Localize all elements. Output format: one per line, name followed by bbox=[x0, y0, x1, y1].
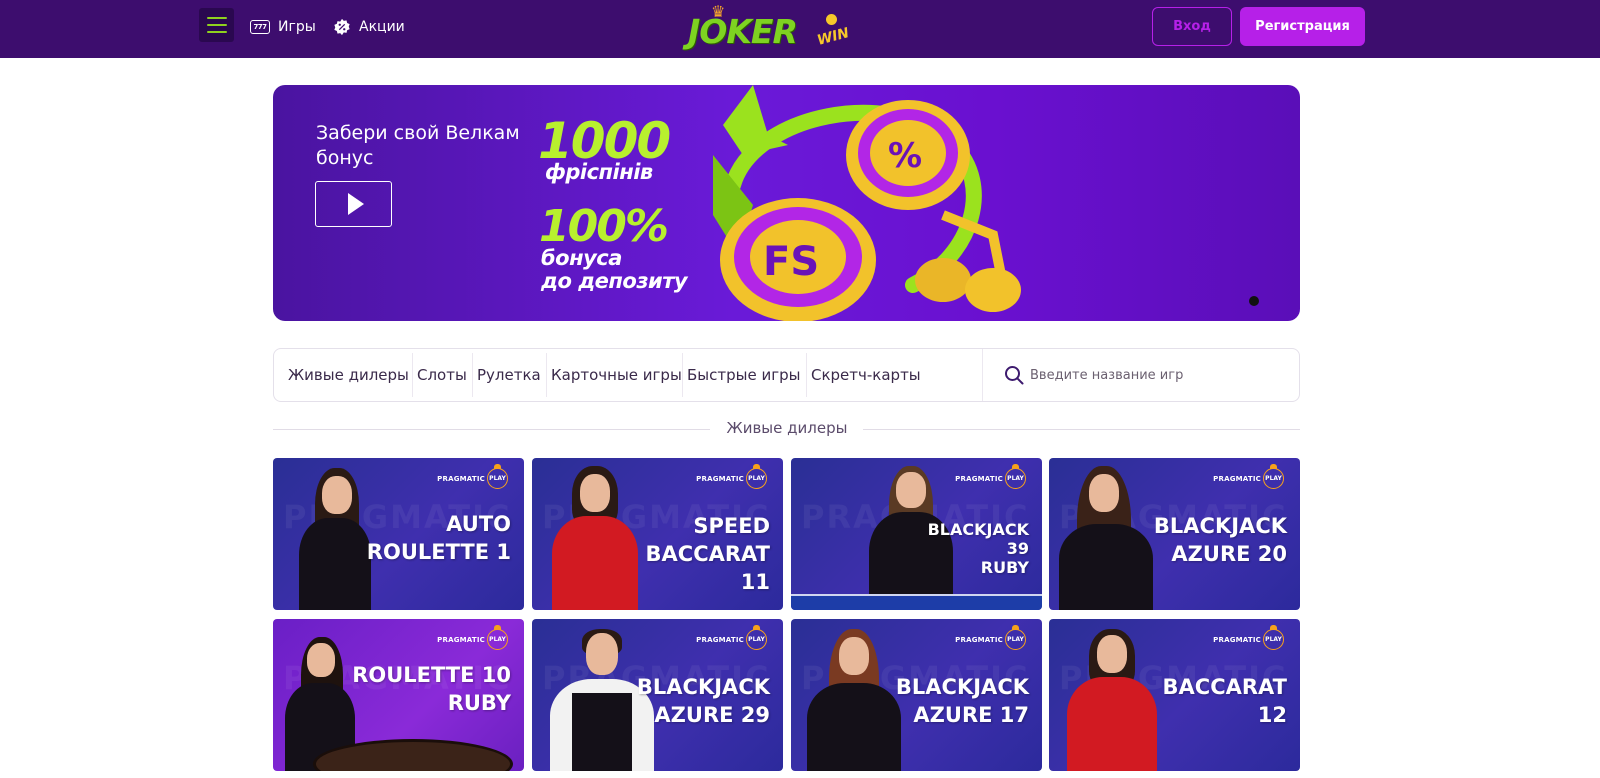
category-card-games[interactable]: Карточные игры bbox=[551, 349, 682, 401]
hamburger-menu-button[interactable] bbox=[199, 8, 234, 42]
category-slots[interactable]: Слоты bbox=[417, 349, 467, 401]
game-title: SPEED BACCARAT 11 bbox=[645, 514, 770, 594]
search-icon bbox=[1005, 366, 1024, 385]
dealer-figure bbox=[552, 516, 638, 610]
menu-line-icon bbox=[206, 31, 227, 33]
nav-games-link[interactable]: 777 Игры bbox=[250, 17, 316, 37]
dealer-figure bbox=[839, 637, 869, 675]
game-title: BLACKJACK AZURE 29 bbox=[636, 675, 770, 727]
menu-line-icon bbox=[206, 17, 227, 19]
game-title: BLACKJACK AZURE 17 bbox=[895, 675, 1029, 727]
dealer-figure bbox=[586, 633, 618, 675]
pragmatic-play-logo: PRAGMATIC PLAY bbox=[1213, 464, 1284, 489]
dealer-figure bbox=[807, 683, 901, 771]
game-card[interactable]: PRAGMATIC PRAGMATIC PLAY BLACKJACK AZURE… bbox=[532, 619, 783, 771]
category-divider bbox=[682, 353, 683, 397]
play-icon bbox=[347, 193, 364, 215]
promo-badge-icon bbox=[334, 18, 350, 36]
section-title: Живые дилеры bbox=[726, 419, 848, 437]
dealer-figure bbox=[1097, 635, 1127, 673]
dealer-figure bbox=[580, 474, 610, 512]
category-divider bbox=[412, 353, 413, 397]
welcome-bonus-banner[interactable]: Забери свой Велкам бонус 1000 фріспінів … bbox=[273, 85, 1300, 321]
logo-wordmark: JOKER bbox=[688, 12, 798, 51]
category-live-dealers[interactable]: Живые дилеры bbox=[288, 349, 409, 401]
pragmatic-play-logo: PRAGMATIC PLAY bbox=[696, 625, 767, 650]
category-divider bbox=[472, 353, 473, 397]
coin-icon bbox=[826, 14, 837, 25]
blackjack-table bbox=[791, 594, 1042, 610]
casino-chips-illustration: % FS bbox=[713, 85, 1021, 321]
dealer-figure bbox=[307, 643, 335, 677]
game-card[interactable]: PRAGMATIC PRAGMATIC PLAY BLACKJACK AZURE… bbox=[1049, 458, 1300, 610]
game-category-bar: Живые дилеры Слоты Рулетка Карточные игр… bbox=[273, 348, 1300, 402]
game-card[interactable]: PRAGMATIC PRAGMATIC PLAY AUTO ROULETTE 1 bbox=[273, 458, 524, 610]
section-divider-left bbox=[273, 429, 710, 430]
chip-fs-text: FS bbox=[763, 239, 819, 285]
category-divider bbox=[806, 353, 807, 397]
search-divider bbox=[982, 349, 983, 401]
category-scratch-cards[interactable]: Скретч-карты bbox=[811, 349, 921, 401]
slot-777-icon: 777 bbox=[250, 20, 270, 34]
dealer-figure bbox=[1067, 677, 1157, 771]
game-card[interactable]: PRAGMATIC PRAGMATIC PLAY ROULETTE 10 RUB… bbox=[273, 619, 524, 771]
carousel-dot[interactable] bbox=[1249, 296, 1259, 306]
bonus-label-line-2: до депозиту bbox=[541, 269, 688, 293]
pragmatic-play-logo: PRAGMATIC PLAY bbox=[437, 464, 508, 489]
joker-win-logo[interactable]: ♛ JOKER WIN bbox=[688, 2, 860, 56]
logo-sub-wordmark: WIN bbox=[815, 25, 851, 49]
pragmatic-play-logo: PRAGMATIC PLAY bbox=[955, 625, 1026, 650]
category-roulette[interactable]: Рулетка bbox=[477, 349, 541, 401]
menu-line-icon bbox=[206, 24, 227, 26]
register-button[interactable]: Регистрация bbox=[1240, 7, 1365, 46]
dealer-figure bbox=[1089, 474, 1119, 512]
category-fast-games[interactable]: Быстрые игры bbox=[687, 349, 800, 401]
dealer-figure bbox=[322, 476, 352, 514]
dealer-figure bbox=[299, 518, 371, 610]
nav-promo-label: Акции bbox=[359, 19, 405, 35]
game-card[interactable]: PRAGMATIC PRAGMATIC PLAY BACCARAT 12 bbox=[1049, 619, 1300, 771]
dealer-vest bbox=[572, 693, 632, 771]
game-title: BLACKJACK 39 RUBY bbox=[927, 520, 1029, 577]
game-card[interactable]: PRAGMATIC PRAGMATIC PLAY SPEED BACCARAT … bbox=[532, 458, 783, 610]
freespins-label: фріспінів bbox=[545, 160, 653, 184]
dealer-figure bbox=[896, 472, 926, 508]
game-title: BACCARAT 12 bbox=[1162, 675, 1287, 727]
chip-percent-text: % bbox=[888, 136, 922, 176]
game-search-input[interactable] bbox=[1030, 362, 1290, 388]
bonus-percent: 100% bbox=[539, 201, 669, 252]
login-button[interactable]: Вход bbox=[1152, 7, 1232, 46]
pragmatic-play-logo: PRAGMATIC PLAY bbox=[696, 464, 767, 489]
banner-title: Забери свой Велкам бонус bbox=[316, 122, 520, 169]
bonus-label-line-1: бонуса bbox=[541, 246, 622, 270]
pragmatic-play-logo: PRAGMATIC PLAY bbox=[1213, 625, 1284, 650]
category-divider bbox=[546, 353, 547, 397]
section-divider-right bbox=[863, 429, 1300, 430]
bonus-label: бонуса до депозиту bbox=[541, 246, 688, 293]
pragmatic-play-logo: PRAGMATIC PLAY bbox=[955, 464, 1026, 489]
game-title: ROULETTE 10 RUBY bbox=[352, 663, 511, 715]
banner-play-button[interactable] bbox=[315, 181, 392, 227]
game-title: BLACKJACK AZURE 20 bbox=[1153, 514, 1287, 566]
game-card[interactable]: PRAGMATIC PRAGMATIC PLAY BLACKJACK AZURE… bbox=[791, 619, 1042, 771]
pragmatic-play-logo: PRAGMATIC PLAY bbox=[437, 625, 508, 650]
game-title: AUTO ROULETTE 1 bbox=[366, 512, 511, 564]
nav-promo-link[interactable]: Акции bbox=[333, 17, 405, 37]
top-header: 777 Игры Акции ♛ JOKER WIN Вход Регистра… bbox=[0, 0, 1600, 58]
game-card[interactable]: PRAGMATIC PRAGMATIC PLAY BLACKJACK 39 RU… bbox=[791, 458, 1042, 610]
nav-games-label: Игры bbox=[278, 19, 316, 35]
dealer-figure bbox=[1059, 524, 1153, 610]
